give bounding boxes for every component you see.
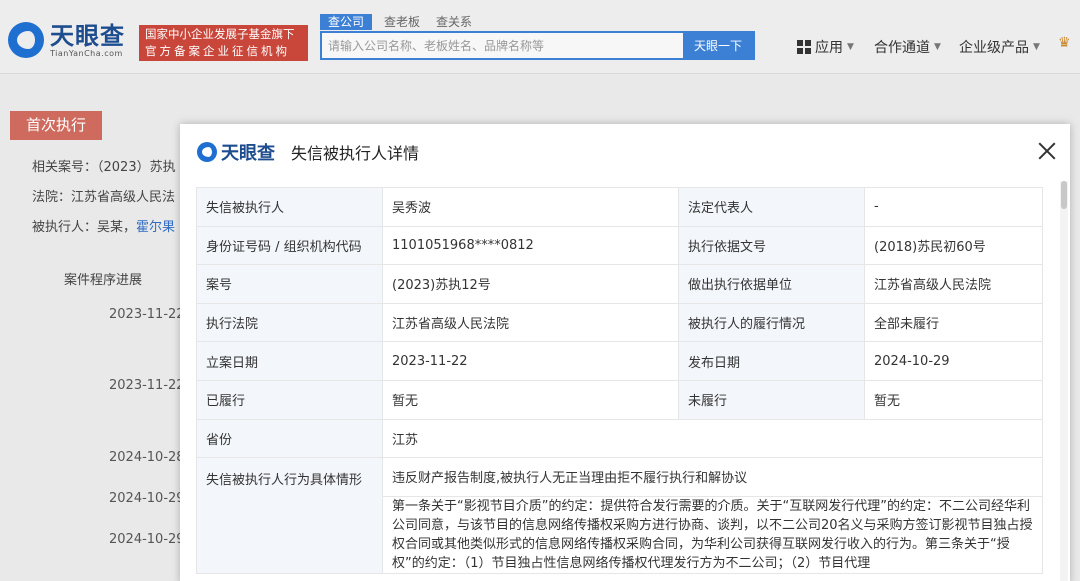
progress-date: 2024-10-29	[109, 532, 185, 547]
field-value: 2024-10-29	[864, 341, 1043, 381]
chevron-down-icon: ▼	[934, 42, 941, 52]
field-label: 做出执行依据单位	[678, 264, 865, 304]
table-row: 身份证号码 / 组织机构代码 1101051968****0812 执行依据文号…	[196, 225, 1043, 266]
progress-date: 2023-11-22	[109, 307, 185, 322]
nav-enterprise[interactable]: 企业级产品 ▼	[959, 37, 1040, 57]
modal-title: 失信被执行人详情	[291, 144, 420, 163]
field-label: 身份证号码 / 组织机构代码	[196, 225, 383, 266]
related-case-value: （2023）苏执	[97, 160, 176, 175]
search-input[interactable]	[322, 33, 683, 58]
court-value: 江苏省高级人民法	[71, 190, 176, 205]
site-logo[interactable]: 天眼查 TianYanCha.com	[8, 22, 125, 58]
field-value: 江苏省高级人民法院	[864, 264, 1043, 304]
progress-date: 2023-11-22	[109, 378, 185, 393]
field-value: 江苏省高级人民法院	[382, 302, 679, 343]
field-label: 立案日期	[196, 341, 383, 381]
logo-eye-icon	[197, 142, 217, 162]
executed-label: 被执行人：	[32, 220, 98, 235]
nav-cooperation[interactable]: 合作通道 ▼	[874, 37, 941, 57]
logo-eye-icon	[8, 22, 44, 58]
tab-company[interactable]: 查公司	[320, 14, 373, 30]
table-row: 案号 (2023)苏执12号 做出执行依据单位 江苏省高级人民法院	[196, 264, 1043, 304]
field-label: 失信被执行人	[196, 187, 383, 227]
progress-date: 2024-10-28	[109, 450, 185, 465]
first-execution-tag: 首次执行	[10, 111, 102, 140]
search-button[interactable]: 天眼一下	[683, 33, 753, 58]
province-label: 省份	[196, 418, 383, 459]
search-bar: 天眼一下	[320, 31, 755, 60]
agreement-text: 第一条关于“影视节目介质”的约定：提供符合发行需要的介质。关于“互联网发行代理”…	[382, 495, 1043, 574]
field-label: 案号	[196, 264, 383, 304]
behavior-value: 违反财产报告制度,被执行人无正当理由拒不履行执行和解协议	[382, 457, 1043, 497]
field-label: 执行依据文号	[678, 225, 865, 266]
modal-logo: 天眼查	[197, 139, 275, 165]
logo-en: TianYanCha.com	[50, 48, 123, 58]
modal-logo-text: 天眼查	[221, 143, 275, 164]
table-row: 省份 江苏	[196, 418, 1043, 459]
top-header: 天眼查 TianYanCha.com 国家中小企业发展子基金旗下 官方备案企业征…	[0, 0, 1080, 74]
court-label: 法院：	[32, 190, 72, 205]
tab-relation[interactable]: 查关系	[432, 14, 476, 30]
nav-enterprise-label: 企业级产品	[959, 40, 1029, 56]
court-row: 法院：江苏省高级人民法	[32, 186, 175, 205]
logo-cn: 天眼查	[50, 21, 125, 50]
field-value: (2018)苏民初60号	[864, 225, 1043, 266]
field-value: 暂无	[382, 379, 679, 420]
field-label: 已履行	[196, 379, 383, 420]
executed-person-row: 被执行人：吴某，霍尔果	[32, 216, 175, 235]
grid-icon	[797, 40, 811, 54]
crown-icon[interactable]: ♛	[1058, 36, 1074, 50]
field-value: 2023-11-22	[382, 341, 679, 381]
chevron-down-icon: ▼	[847, 42, 854, 52]
table-row: 执行法院 江苏省高级人民法院 被执行人的履行情况 全部未履行	[196, 302, 1043, 343]
detail-table: 失信被执行人 吴秀波 法定代表人 - 身份证号码 / 组织机构代码 110105…	[196, 187, 1043, 574]
modal-header: 天眼查 失信被执行人详情	[180, 124, 1070, 180]
chevron-down-icon: ▼	[1033, 42, 1040, 52]
field-label: 未履行	[678, 379, 865, 420]
executed-value: 吴某，	[97, 220, 137, 235]
table-row: 已履行 暂无 未履行 暂无	[196, 379, 1043, 420]
field-value: 吴秀波	[382, 187, 679, 227]
official-badge: 国家中小企业发展子基金旗下 官方备案企业征信机构	[139, 25, 308, 61]
field-value: 全部未履行	[864, 302, 1043, 343]
field-value: 暂无	[864, 379, 1043, 420]
field-value: (2023)苏执12号	[382, 264, 679, 304]
field-label: 法定代表人	[678, 187, 865, 227]
table-row: 立案日期 2023-11-22 发布日期 2024-10-29	[196, 341, 1043, 381]
field-label: 执行法院	[196, 302, 383, 343]
field-value: -	[864, 187, 1043, 227]
logo-text: 天眼查 TianYanCha.com	[50, 23, 125, 58]
executed-company-link[interactable]: 霍尔果	[136, 220, 175, 235]
search-tabs: 查公司 查老板 查关系	[320, 14, 476, 30]
close-icon[interactable]	[1038, 142, 1056, 160]
nav-apps-label: 应用	[815, 40, 843, 56]
field-label: 被执行人的履行情况	[678, 302, 865, 343]
badge-line-1: 国家中小企业发展子基金旗下	[145, 27, 295, 41]
table-row: 失信被执行人行为具体情形 违反财产报告制度,被执行人无正当理由拒不履行执行和解协…	[196, 457, 1043, 574]
field-value: 1101051968****0812	[382, 225, 679, 266]
progress-date: 2024-10-29	[109, 491, 185, 506]
behavior-label: 失信被执行人行为具体情形	[196, 457, 383, 574]
scroll-thumb[interactable]	[1061, 181, 1067, 209]
table-row: 失信被执行人 吴秀波 法定代表人 -	[196, 187, 1043, 227]
case-progress-title: 案件程序进展	[64, 273, 143, 288]
dishonest-debtor-detail-modal: 天眼查 失信被执行人详情 失信被执行人 吴秀波 法定代表人 - 身份证号码 / …	[180, 124, 1070, 581]
field-label: 发布日期	[678, 341, 865, 381]
related-case-row: 相关案号：（2023）苏执	[32, 156, 176, 175]
badge-line-2: 官方备案企业征信机构	[145, 44, 290, 58]
nav-apps[interactable]: 应用 ▼	[797, 37, 854, 57]
nav-cooperation-label: 合作通道	[874, 40, 930, 56]
modal-scrollbar[interactable]	[1060, 181, 1068, 581]
related-case-label: 相关案号：	[32, 160, 98, 175]
tab-boss[interactable]: 查老板	[380, 14, 424, 30]
province-value: 江苏	[382, 418, 1043, 459]
